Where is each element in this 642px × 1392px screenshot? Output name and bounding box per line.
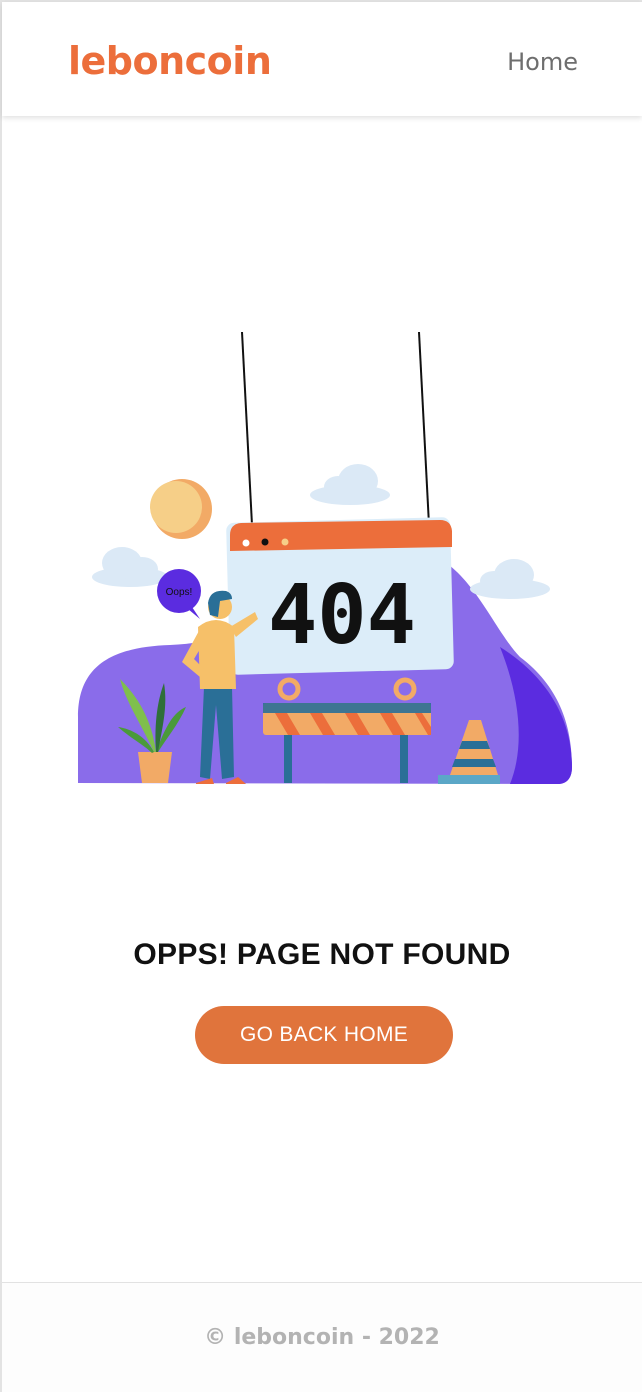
- speech-bubble: Oops!: [157, 569, 201, 619]
- cloud-left-icon: [92, 547, 168, 587]
- page-title: OPPS! PAGE NOT FOUND: [133, 938, 511, 971]
- 404-illustration: 404 Oops!: [78, 331, 572, 784]
- footer-copyright: © leboncoin - 2022: [204, 1325, 440, 1350]
- rope-right: [418, 331, 430, 526]
- sun-icon: [150, 479, 212, 539]
- page-footer: © leboncoin - 2022: [2, 1282, 642, 1392]
- top-header: leboncoin Home: [2, 2, 642, 116]
- leboncoin-logo[interactable]: leboncoin: [68, 36, 272, 86]
- rope-left: [241, 331, 253, 526]
- sign-404-text: 404: [268, 568, 416, 663]
- cloud-right-icon: [470, 559, 550, 599]
- go-back-home-button[interactable]: GO BACK HOME: [195, 1006, 453, 1064]
- nav-home-link[interactable]: Home: [507, 46, 578, 78]
- speech-bubble-text: Oops!: [166, 587, 193, 598]
- 404-sign: 404: [226, 517, 454, 675]
- page-frame: leboncoin Home 404 Oops! OPPS! PAGE NOT …: [0, 0, 642, 1392]
- cloud-top-icon: [310, 464, 390, 505]
